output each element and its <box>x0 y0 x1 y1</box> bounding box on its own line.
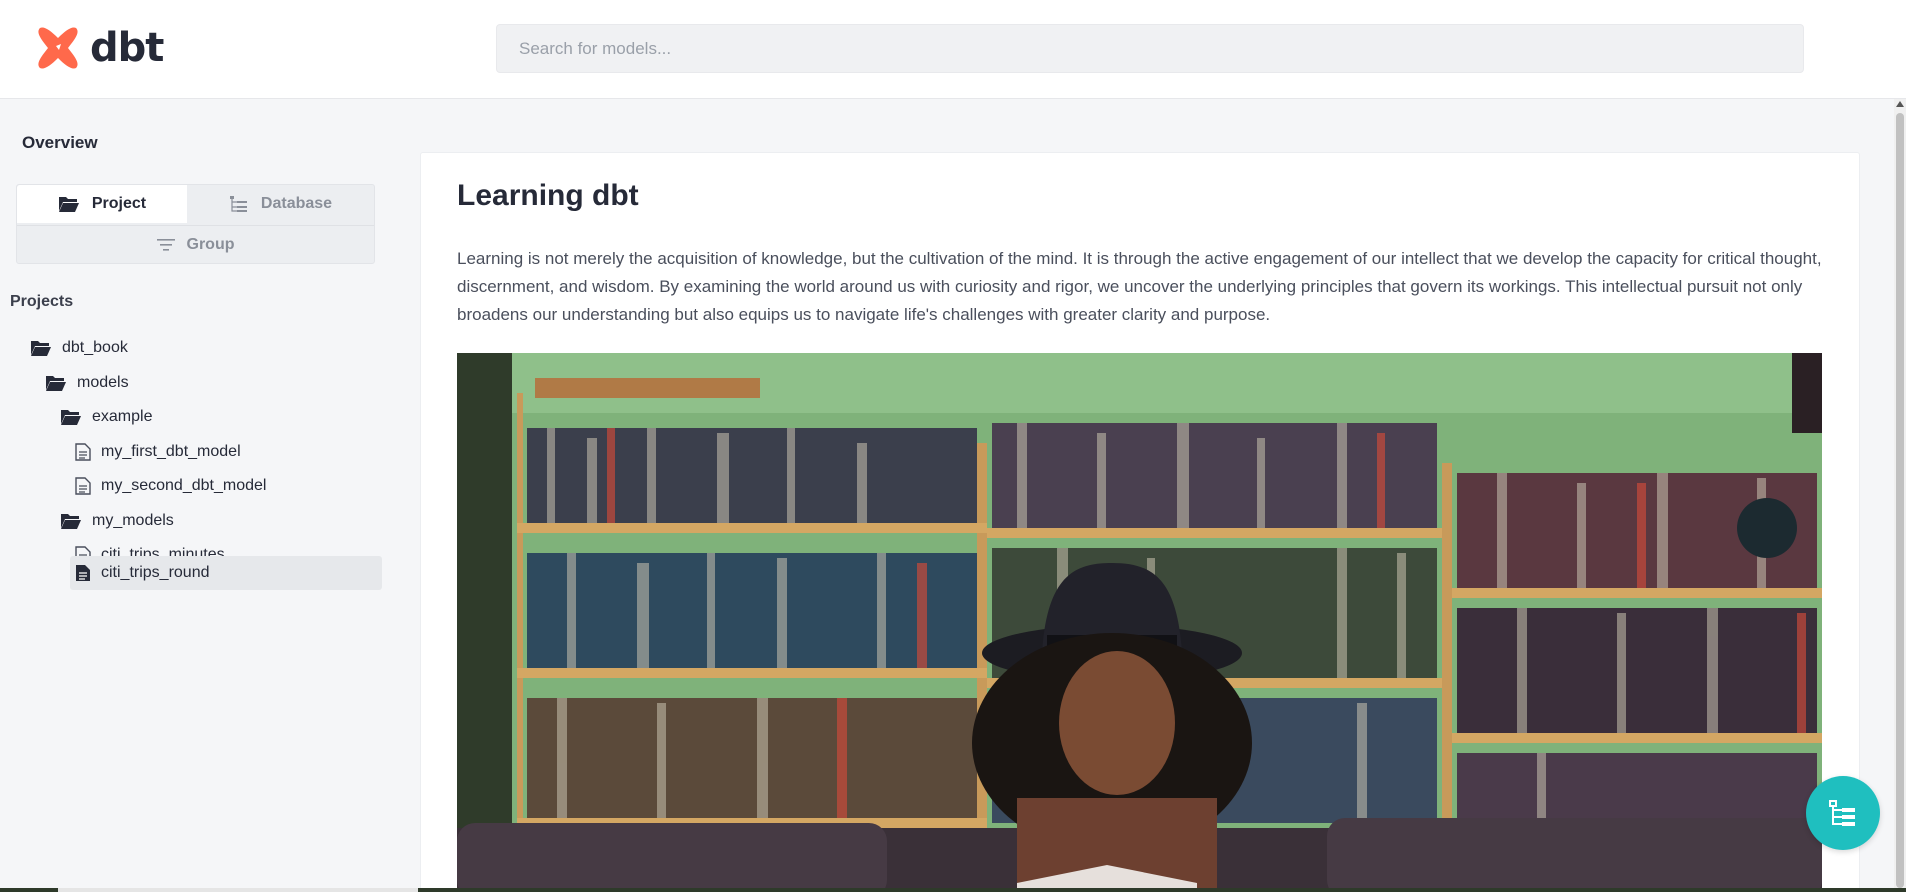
page-description: Learning is not merely the acquisition o… <box>457 249 1822 324</box>
view-tabs: Project Database Group <box>16 184 375 264</box>
overview-link[interactable]: Overview <box>22 133 98 153</box>
logo-text: dbt <box>90 25 164 71</box>
tab-project-label: Project <box>91 195 147 212</box>
tree-item-label: dbt_book <box>62 339 128 356</box>
file-icon <box>75 443 91 461</box>
tab-database-label: Database <box>260 195 333 212</box>
tree-file-my-first-dbt-model[interactable]: my_first_dbt_model <box>75 435 241 469</box>
filter-lines-icon <box>156 239 175 251</box>
scroll-up-arrow-icon[interactable] <box>1896 101 1904 107</box>
tree-file-citi-trips-round[interactable]: citi_trips_round <box>70 556 382 590</box>
file-filled-icon <box>76 565 90 581</box>
tree-folder-example[interactable]: example <box>60 400 152 434</box>
vertical-scrollbar[interactable] <box>1894 99 1906 892</box>
folder-open-icon <box>58 197 79 212</box>
photo-woman-reading-bookshelf-icon <box>457 353 1822 891</box>
library-photo <box>457 353 1822 891</box>
folder-open-icon <box>46 376 66 391</box>
dbt-logo-icon <box>38 27 78 69</box>
tree-item-label: models <box>77 374 129 391</box>
tab-group[interactable]: Group <box>17 225 374 264</box>
dbt-logo[interactable]: dbt <box>34 24 164 72</box>
scroll-thumb[interactable] <box>1896 113 1904 888</box>
tree-item-label: my_models <box>92 512 174 529</box>
lineage-graph-icon <box>1829 800 1855 826</box>
tree-folder-models[interactable]: models <box>45 366 129 400</box>
horizontal-scrollbar[interactable] <box>0 888 1906 892</box>
folder-open-icon <box>31 341 51 356</box>
search-input[interactable] <box>496 24 1804 73</box>
page-title: Learning dbt <box>457 179 639 212</box>
projects-heading: Projects <box>10 293 74 310</box>
tab-database[interactable]: Database <box>187 185 374 223</box>
tab-project[interactable]: Project <box>17 185 187 223</box>
tree-item-label: citi_trips_round <box>101 564 210 581</box>
tree-item-label: example <box>92 408 153 425</box>
tree-icon <box>229 196 247 212</box>
main-content-card: Learning dbt Learning is not merely the … <box>420 152 1860 892</box>
tree-folder-my-models[interactable]: my_models <box>60 504 174 538</box>
file-icon <box>75 477 91 495</box>
tree-item-label: my_first_dbt_model <box>101 443 241 460</box>
tree-file-my-second-dbt-model[interactable]: my_second_dbt_model <box>75 469 266 503</box>
tab-group-label: Group <box>186 236 235 253</box>
sidebar: Overview Project Database Group Projects… <box>0 99 400 892</box>
tree-folder-dbt-book[interactable]: dbt_book <box>30 331 128 365</box>
folder-open-icon <box>61 514 81 529</box>
top-header: dbt <box>0 0 1906 99</box>
lineage-graph-button[interactable] <box>1806 776 1880 850</box>
horizontal-scroll-thumb[interactable] <box>58 888 418 892</box>
folder-open-icon <box>61 410 81 425</box>
tree-item-label: my_second_dbt_model <box>101 477 267 494</box>
